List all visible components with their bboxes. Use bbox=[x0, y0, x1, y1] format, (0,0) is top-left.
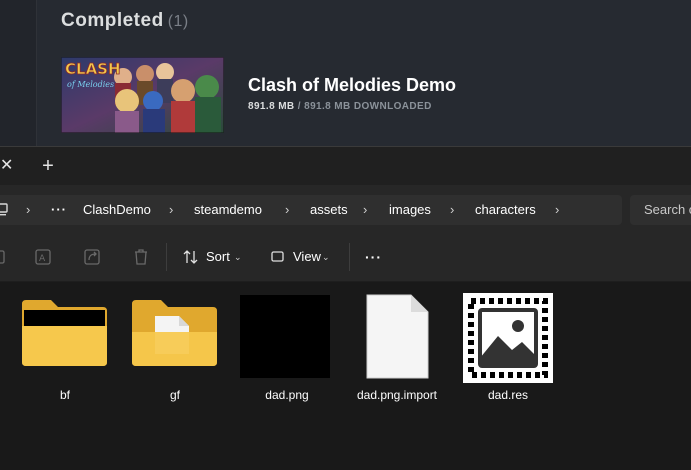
view-icon bbox=[271, 251, 284, 262]
share-icon[interactable] bbox=[83, 247, 103, 267]
breadcrumb-assets[interactable]: assets bbox=[310, 195, 348, 225]
more-options-button[interactable]: ··· bbox=[365, 242, 382, 272]
svg-text:A: A bbox=[39, 254, 46, 264]
steam-downloads-window: Completed (1) CLASH of Melodies Clash of… bbox=[0, 0, 691, 146]
computer-icon bbox=[0, 203, 8, 216]
game-cover-art[interactable]: CLASH of Melodies bbox=[61, 57, 224, 133]
download-size: 891.8 MB / 891.8 MB DOWNLOADED bbox=[248, 101, 432, 112]
breadcrumb-characters[interactable]: characters bbox=[475, 195, 536, 225]
rename-icon[interactable]: A bbox=[34, 247, 54, 267]
search-placeholder: Search c bbox=[644, 202, 691, 217]
file-name: gf bbox=[169, 388, 180, 402]
close-tab-icon[interactable]: ✕ bbox=[0, 156, 14, 176]
download-size-total: / 891.8 MB DOWNLOADED bbox=[297, 101, 432, 112]
file-explorer-window: ✕ + › ··· ClashDemo › steamdemo › assets… bbox=[0, 146, 691, 470]
completed-count: (1) bbox=[167, 13, 189, 30]
breadcrumb-steamdemo[interactable]: steamdemo bbox=[194, 195, 262, 225]
steam-side-panel bbox=[0, 0, 36, 146]
address-bar[interactable]: › ··· ClashDemo › steamdemo › assets › i… bbox=[0, 195, 622, 225]
chevron-right-icon[interactable]: › bbox=[26, 195, 30, 225]
sort-icon bbox=[183, 250, 198, 264]
file-list: bf gf dad.png dad.png.import dad.res bbox=[0, 282, 691, 470]
chevron-right-icon[interactable]: › bbox=[555, 195, 559, 225]
chevron-down-icon: ⌄ bbox=[234, 252, 242, 262]
file-name: dad.png.import bbox=[356, 388, 438, 402]
view-label: View bbox=[293, 249, 321, 264]
toolbar-separator bbox=[166, 243, 167, 271]
chevron-right-icon[interactable]: › bbox=[285, 195, 289, 225]
chevron-right-icon[interactable]: › bbox=[169, 195, 173, 225]
delete-icon[interactable] bbox=[131, 247, 151, 267]
paste-icon[interactable] bbox=[0, 247, 14, 267]
breadcrumb-more-button[interactable]: ··· bbox=[51, 195, 67, 225]
file-name: bf bbox=[59, 388, 70, 402]
new-tab-button[interactable]: + bbox=[37, 155, 59, 177]
file-name: dad.png bbox=[265, 388, 309, 402]
download-size-done: 891.8 MB bbox=[248, 101, 295, 112]
cover-logo-line1: CLASH bbox=[65, 60, 121, 78]
image-placeholder-icon bbox=[463, 293, 553, 383]
chevron-right-icon[interactable]: › bbox=[450, 195, 454, 225]
toolbar-separator bbox=[349, 243, 350, 271]
command-bar: A Sort ⌄ View ⌄ ··· bbox=[0, 233, 691, 282]
game-title[interactable]: Clash of Melodies Demo bbox=[248, 75, 456, 96]
cover-logo-line2: of Melodies bbox=[67, 80, 114, 89]
tab-bar: ✕ + bbox=[0, 147, 691, 185]
image-thumbnail-icon bbox=[240, 295, 330, 378]
breadcrumb-images[interactable]: images bbox=[389, 195, 431, 225]
breadcrumb-clashdemo[interactable]: ClashDemo bbox=[83, 195, 151, 225]
folder-icon bbox=[22, 300, 107, 366]
completed-section-title: Completed (1) bbox=[61, 10, 189, 32]
folder-icon bbox=[132, 300, 217, 366]
search-box[interactable]: Search c bbox=[630, 195, 691, 225]
completed-label: Completed bbox=[61, 10, 164, 31]
sort-label: Sort bbox=[206, 249, 230, 264]
chevron-right-icon[interactable]: › bbox=[363, 195, 367, 225]
chevron-down-icon: ⌄ bbox=[322, 252, 330, 262]
address-toolbar: › ··· ClashDemo › steamdemo › assets › i… bbox=[0, 185, 691, 233]
file-name: dad.res bbox=[487, 388, 529, 402]
blank-file-icon bbox=[366, 294, 429, 379]
